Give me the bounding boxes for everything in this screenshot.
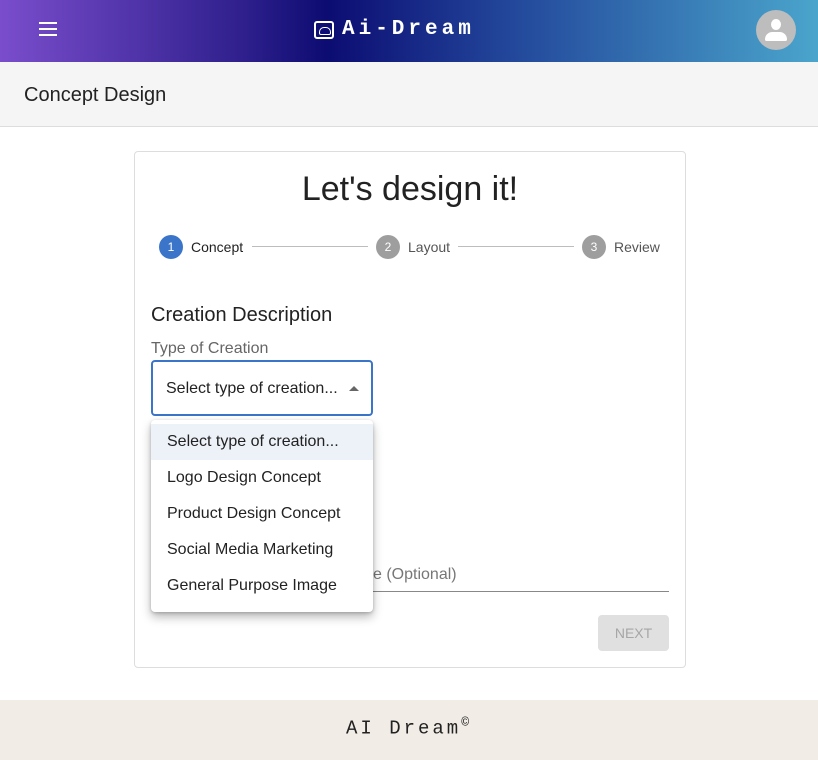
option-general-purpose[interactable]: General Purpose Image: [151, 568, 373, 604]
step-concept: 1 Concept: [159, 235, 243, 259]
user-avatar[interactable]: [756, 10, 796, 50]
step-review: 3 Review: [582, 235, 660, 259]
copyright-mark: ©: [461, 715, 473, 730]
brand-name: Ai-Dream: [342, 18, 475, 41]
brand-logo: Ai-Dream: [314, 18, 475, 41]
type-dropdown-menu: Select type of creation... Logo Design C…: [151, 420, 373, 612]
step-number: 2: [376, 235, 400, 259]
user-icon-body: [765, 32, 787, 41]
step-label: Concept: [191, 239, 244, 255]
step-connector: [252, 246, 368, 247]
hamburger-icon[interactable]: [39, 22, 57, 36]
step-label: Review: [614, 239, 660, 255]
page-header: Concept Design: [0, 62, 818, 127]
step-layout: 2 Layout: [376, 235, 450, 259]
step-connector: [458, 246, 574, 247]
step-number: 3: [582, 235, 606, 259]
user-icon: [771, 19, 781, 30]
optional-field-label: e (Optional): [373, 566, 457, 583]
type-of-creation-select[interactable]: Select type of creation...: [151, 360, 373, 416]
caret-up-icon: [349, 386, 359, 391]
page-title: Concept Design: [24, 84, 167, 106]
option-logo-design[interactable]: Logo Design Concept: [151, 460, 373, 496]
step-label: Layout: [408, 239, 451, 255]
type-of-creation-label: Type of Creation: [151, 340, 269, 357]
option-social-media[interactable]: Social Media Marketing: [151, 532, 373, 568]
option-product-design[interactable]: Product Design Concept: [151, 496, 373, 532]
card-title: Let's design it!: [301, 170, 519, 208]
footer: AI Dream©: [0, 700, 818, 760]
next-button[interactable]: NEXT: [598, 615, 669, 651]
cloud-image-icon: [314, 20, 334, 39]
select-value: Select type of creation...: [166, 380, 338, 397]
step-number: 1: [159, 235, 183, 259]
footer-text: AI Dream: [345, 717, 462, 740]
app-bar: Ai-Dream: [0, 0, 818, 62]
section-title: Creation Description: [151, 304, 333, 326]
option-select-type[interactable]: Select type of creation...: [151, 424, 373, 460]
